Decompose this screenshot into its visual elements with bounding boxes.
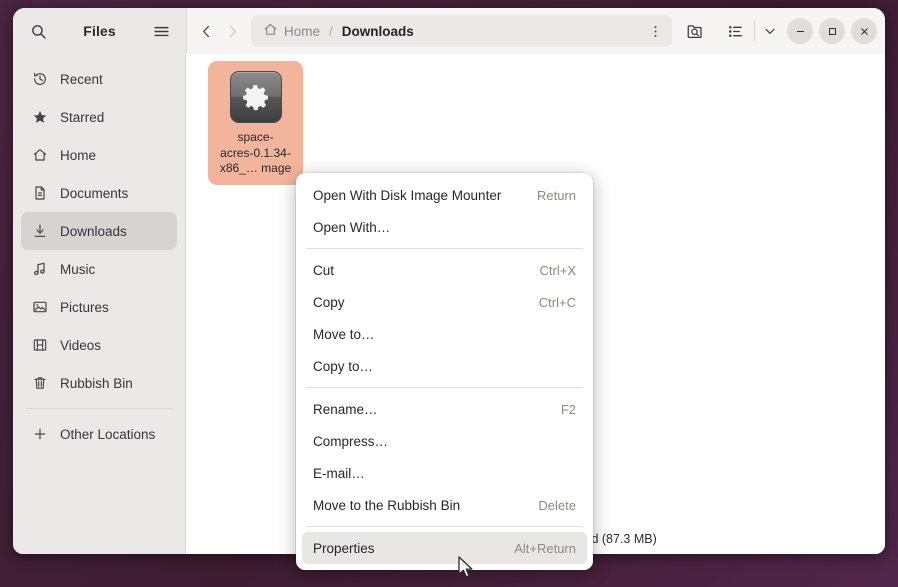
sidebar-item-documents[interactable]: Documents [21,174,177,212]
desktop-background: Files [0,0,898,587]
sidebar-item-recent[interactable]: Recent [21,60,177,98]
file-name-line-3: x86_… mage [214,161,297,177]
sidebar-item-label: Videos [60,338,101,353]
menu-item-label: Rename… [313,402,378,417]
sidebar-item-home[interactable]: Home [21,136,177,174]
star-icon [31,109,48,126]
toolbar-divider [754,21,755,41]
download-icon [31,223,48,240]
music-note-icon [31,261,48,278]
sidebar-item-rubbish-bin[interactable]: Rubbish Bin [21,364,177,402]
menu-item-label: Move to the Rubbish Bin [313,498,460,513]
breadcrumb-home-label: Home [284,24,320,39]
home-icon [31,147,48,164]
film-icon [31,337,48,354]
close-button[interactable] [851,18,877,44]
minimize-button[interactable] [787,18,813,44]
menu-item-copy[interactable]: Copy Ctrl+C [302,286,587,318]
clock-icon [31,71,48,88]
sidebar-item-label: Recent [60,72,103,87]
hamburger-menu-icon[interactable] [146,16,176,46]
sidebar-item-label: Pictures [60,300,109,315]
menu-item-label: E-mail… [313,466,365,481]
sidebar-item-starred[interactable]: Starred [21,98,177,136]
menu-item-accel: Alt+Return [514,541,576,556]
breadcrumb-home[interactable]: Home [263,22,320,40]
search-icon[interactable] [23,16,53,46]
menu-item-copy-to[interactable]: Copy to… [302,350,587,382]
menu-item-open-with[interactable]: Open With… [302,211,587,243]
image-icon [31,299,48,316]
forward-button[interactable] [219,16,245,46]
menu-item-accel: Ctrl+X [540,263,576,278]
sidebar-item-videos[interactable]: Videos [21,326,177,364]
menu-divider [306,526,583,527]
context-menu[interactable]: Open With Disk Image Mounter Return Open… [296,173,593,570]
sidebar-item-label: Rubbish Bin [60,376,133,391]
sidebar-divider [25,408,173,409]
menu-item-properties[interactable]: Properties Alt+Return [302,532,587,564]
menu-item-label: Open With Disk Image Mounter [313,188,501,203]
list-view-icon[interactable] [720,16,750,46]
sidebar-item-label: Music [60,262,95,277]
folder-search-icon[interactable] [680,16,710,46]
menu-item-accel: Delete [538,498,576,513]
menu-item-label: Move to… [313,327,375,342]
sidebar-item-label: Home [60,148,96,163]
menu-item-label: Properties [313,541,375,556]
menu-item-label: Copy to… [313,359,373,374]
maximize-button[interactable] [819,18,845,44]
sidebar-item-music[interactable]: Music [21,250,177,288]
file-name: space- acres-0.1.34- x86_… mage [214,130,297,177]
menu-item-accel: F2 [561,402,576,417]
menu-item-cut[interactable]: Cut Ctrl+X [302,254,587,286]
sidebar-item-label: Downloads [60,224,127,239]
menu-item-label: Cut [313,263,334,278]
breadcrumb-separator: / [329,24,333,39]
vertical-ellipsis-icon[interactable] [644,24,666,39]
file-name-line-2: acres-0.1.34- [214,146,297,162]
sidebar-header: Files [13,8,186,54]
sidebar-item-downloads[interactable]: Downloads [21,212,177,250]
file-item[interactable]: space- acres-0.1.34- x86_… mage [208,61,303,185]
menu-item-move-to[interactable]: Move to… [302,318,587,350]
menu-item-label: Compress… [313,434,388,449]
toolbar: Home / Downloads [186,8,885,54]
trash-icon [31,375,48,392]
plus-icon [31,426,48,443]
menu-divider [306,387,583,388]
header-bar: Files [13,8,885,54]
mouse-cursor [458,556,475,585]
menu-item-move-to-rubbish-bin[interactable]: Move to the Rubbish Bin Delete [302,489,587,521]
menu-item-label: Copy [313,295,345,310]
sidebar-item-label: Other Locations [60,427,155,442]
menu-item-label: Open With… [313,220,390,235]
menu-item-accel: Return [537,188,576,203]
document-icon [31,185,48,202]
sidebar-item-pictures[interactable]: Pictures [21,288,177,326]
menu-item-compress[interactable]: Compress… [302,425,587,457]
chevron-down-icon[interactable] [759,16,781,46]
breadcrumb[interactable]: Home / Downloads [251,15,672,47]
menu-divider [306,248,583,249]
sidebar-item-label: Starred [60,110,104,125]
sidebar-item-label: Documents [60,186,128,201]
menu-item-accel: Ctrl+C [539,295,576,310]
gear-icon [230,71,282,123]
sidebar: Recent Starred Home [13,54,186,554]
sidebar-item-other-locations[interactable]: Other Locations [21,415,177,453]
menu-item-rename[interactable]: Rename… F2 [302,393,587,425]
breadcrumb-current: Downloads [342,24,414,39]
menu-item-open-with-disk-image-mounter[interactable]: Open With Disk Image Mounter Return [302,179,587,211]
menu-item-email[interactable]: E-mail… [302,457,587,489]
back-button[interactable] [193,16,219,46]
app-title: Files [53,23,146,39]
file-name-line-1: space- [214,130,297,146]
home-icon [263,22,278,40]
